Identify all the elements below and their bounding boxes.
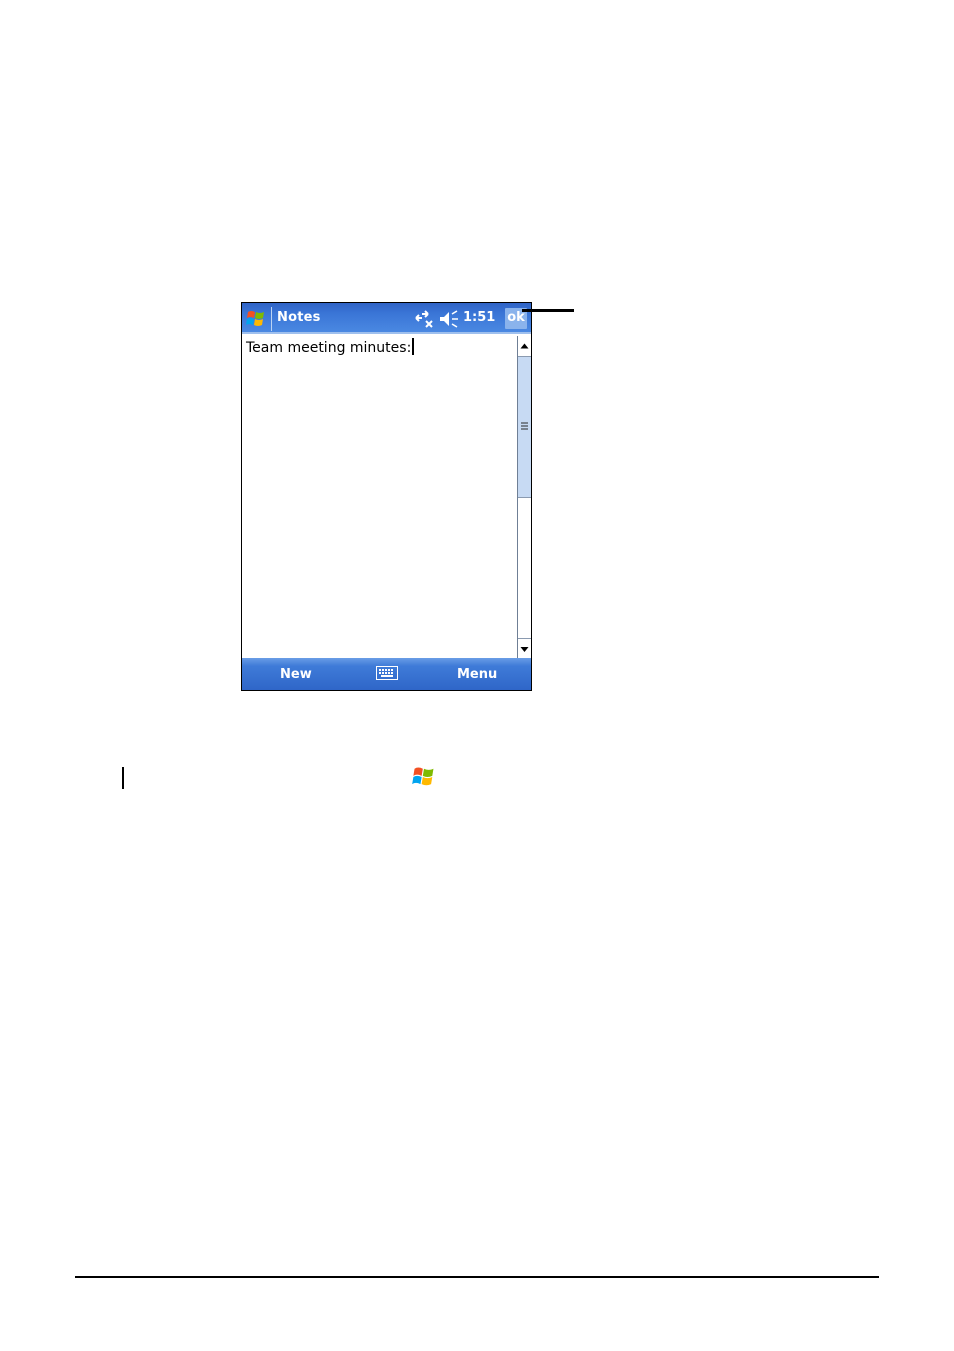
title-separator (271, 307, 272, 331)
notes-screenshot: Notes 1:51 ok Team meeting minutes: New (241, 302, 532, 691)
arrow-up-icon (520, 343, 529, 349)
volume-icon[interactable] (439, 310, 459, 328)
keyboard-icon[interactable] (376, 666, 398, 680)
text-caret (412, 338, 415, 355)
scroll-down-button[interactable] (518, 638, 531, 659)
title-bar: Notes 1:51 ok (242, 303, 531, 334)
scroll-up-button[interactable] (518, 336, 531, 357)
connectivity-icon[interactable] (414, 310, 434, 328)
callout-pointer-line (522, 309, 574, 312)
text-cursor-mark (122, 767, 124, 789)
note-text: Team meeting minutes: (246, 340, 412, 356)
footer-rule (75, 1276, 879, 1278)
grip-icon (521, 422, 528, 430)
note-body[interactable]: Team meeting minutes: (246, 338, 415, 356)
app-title: Notes (277, 310, 321, 325)
menu-bar: New Menu (242, 658, 531, 690)
note-editor[interactable]: Team meeting minutes: (242, 336, 517, 658)
scroll-thumb[interactable] (518, 357, 531, 498)
windows-flag-icon[interactable] (245, 308, 267, 330)
clock[interactable]: 1:51 (463, 310, 495, 325)
menu-softkey[interactable]: Menu (457, 667, 497, 682)
new-softkey[interactable]: New (280, 667, 312, 682)
arrow-down-icon (520, 647, 529, 652)
vertical-scrollbar[interactable] (517, 336, 531, 659)
windows-flag-icon (412, 767, 434, 786)
